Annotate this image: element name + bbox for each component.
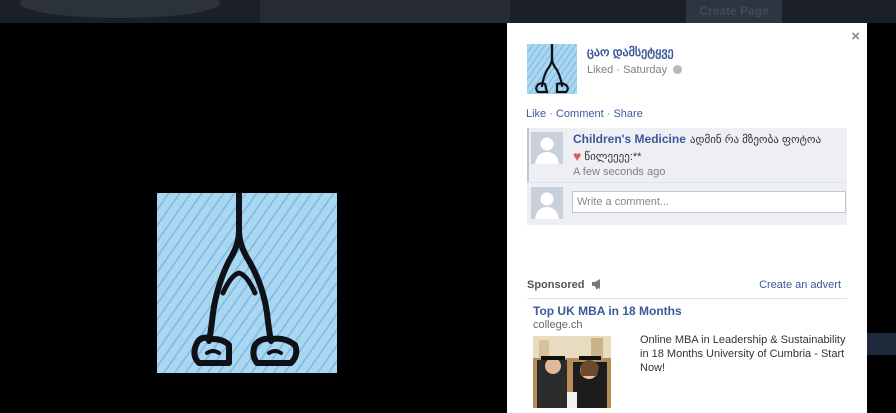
liked-label: Liked (587, 64, 614, 76)
comment-timestamp[interactable]: A few seconds ago (573, 166, 665, 178)
owner-name-link[interactable]: ცაო დამსეტყვე (587, 45, 674, 59)
action-separator: · (549, 108, 553, 120)
viewer-avatar (531, 187, 563, 219)
comment-author-link[interactable]: Children's Medicine (573, 132, 686, 146)
comment-link[interactable]: Comment (556, 108, 604, 120)
comment-body: Children's Medicine ადმინ რა მზეობა ფოტოა… (573, 131, 847, 165)
comment-item: Children's Medicine ადმინ რა მზეობა ფოტოა… (527, 128, 847, 183)
comment-input[interactable] (572, 191, 846, 213)
write-comment-row (527, 183, 847, 225)
sponsored-header: Sponsored Create an advert (527, 278, 847, 299)
background-create-page-button: Create Page (686, 0, 782, 23)
ad-description: Online MBA in Leadership & Sustainabilit… (640, 334, 846, 374)
megaphone-icon (591, 279, 600, 289)
ad-title-link[interactable]: Top UK MBA in 18 Months (533, 304, 682, 318)
post-actions: Like · Comment · Share (526, 108, 643, 120)
comment-author-avatar[interactable] (531, 132, 563, 164)
share-link[interactable]: Share (613, 108, 642, 120)
post-time[interactable]: Saturday (623, 64, 667, 76)
ad-image[interactable] (533, 336, 611, 408)
owner-avatar[interactable] (527, 44, 577, 94)
comment-text-end: წილეეეე:** (584, 151, 642, 163)
create-advert-link[interactable]: Create an advert (759, 279, 841, 291)
photo-side-panel: × ცაო დამსეტყვე Liked · Saturday Like · … (507, 23, 867, 413)
like-link[interactable]: Like (526, 108, 546, 120)
close-icon[interactable]: × (851, 28, 860, 45)
uvula-illustration (157, 193, 337, 373)
background-tab (260, 0, 510, 23)
meta-separator: · (616, 64, 621, 76)
comments-box: Children's Medicine ადმინ რა მზეობა ფოტოა… (527, 128, 847, 225)
globe-icon (673, 65, 683, 74)
ad-domain: college.ch (533, 319, 583, 331)
action-separator: · (606, 108, 611, 120)
background-edge-block (867, 333, 896, 355)
post-meta: Liked · Saturday (587, 64, 683, 76)
main-photo[interactable] (157, 193, 337, 373)
comment-text: ადმინ რა მზეობა ფოტოა (689, 134, 822, 146)
heart-icon: ♥ (573, 148, 582, 164)
sponsored-title: Sponsored (527, 279, 603, 291)
